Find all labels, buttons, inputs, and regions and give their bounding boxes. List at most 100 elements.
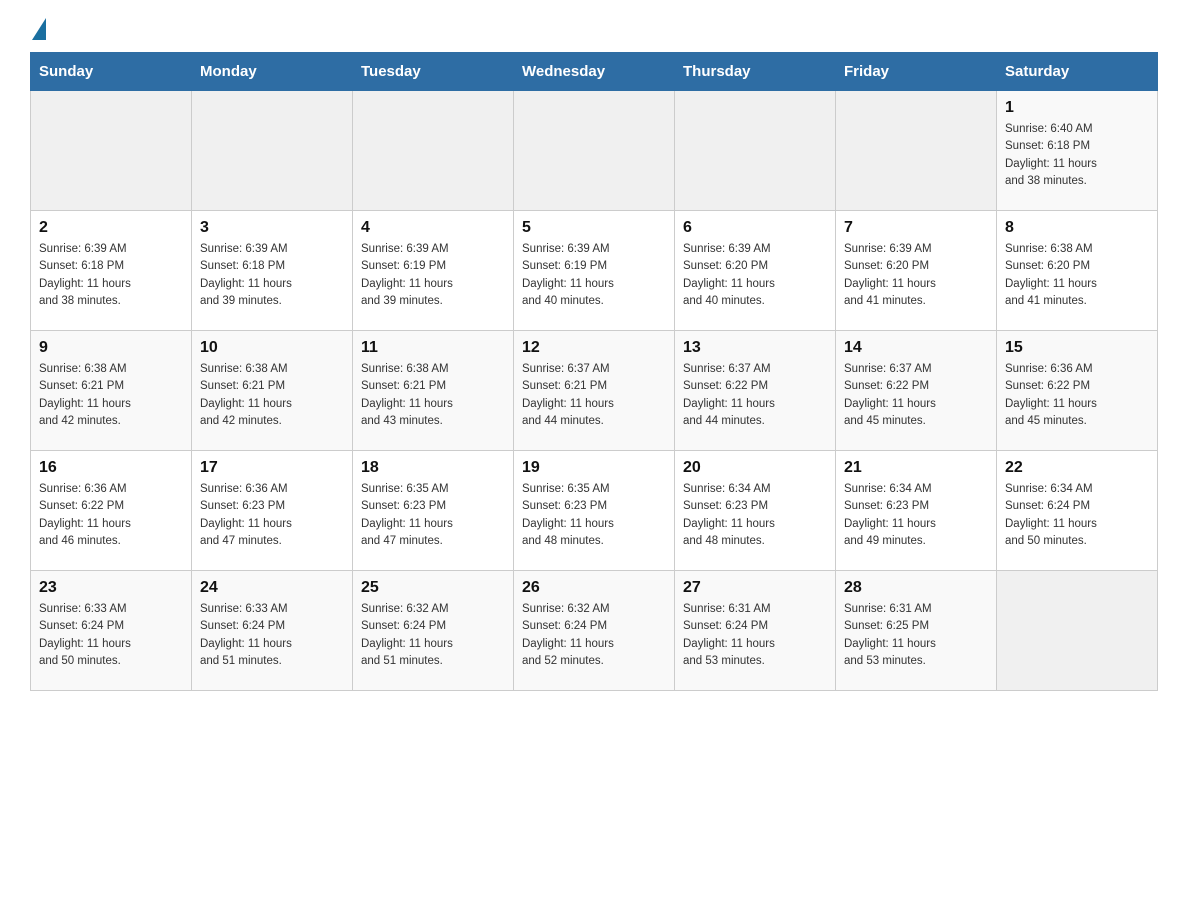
day-number: 15	[1005, 339, 1149, 357]
day-info: Sunrise: 6:39 AM Sunset: 6:18 PM Dayligh…	[200, 241, 344, 310]
calendar-cell: 21 Sunrise: 6:34 AM Sunset: 6:23 PM Dayli…	[836, 451, 997, 571]
calendar-week-row: 23 Sunrise: 6:33 AM Sunset: 6:24 PM Dayli…	[31, 571, 1158, 691]
calendar-body: 1 Sunrise: 6:40 AM Sunset: 6:18 PM Daylig…	[31, 91, 1158, 691]
calendar-cell	[353, 91, 514, 211]
day-info: Sunrise: 6:34 AM Sunset: 6:24 PM Dayligh…	[1005, 481, 1149, 550]
day-number: 24	[200, 579, 344, 597]
weekday-header-thursday: Thursday	[675, 53, 836, 91]
calendar-cell	[514, 91, 675, 211]
day-info: Sunrise: 6:39 AM Sunset: 6:19 PM Dayligh…	[522, 241, 666, 310]
page-header	[30, 20, 1158, 42]
day-number: 25	[361, 579, 505, 597]
day-info: Sunrise: 6:38 AM Sunset: 6:21 PM Dayligh…	[39, 361, 183, 430]
day-number: 7	[844, 219, 988, 237]
calendar-cell: 9Sunrise: 6:38 AM Sunset: 6:21 PM Daylig…	[31, 331, 192, 451]
day-info: Sunrise: 6:35 AM Sunset: 6:23 PM Dayligh…	[361, 481, 505, 550]
day-info: Sunrise: 6:40 AM Sunset: 6:18 PM Dayligh…	[1005, 121, 1149, 190]
weekday-header-tuesday: Tuesday	[353, 53, 514, 91]
weekday-header-friday: Friday	[836, 53, 997, 91]
day-info: Sunrise: 6:34 AM Sunset: 6:23 PM Dayligh…	[844, 481, 988, 550]
day-info: Sunrise: 6:32 AM Sunset: 6:24 PM Dayligh…	[361, 601, 505, 670]
calendar-header: SundayMondayTuesdayWednesdayThursdayFrid…	[31, 53, 1158, 91]
calendar-cell: 1 Sunrise: 6:40 AM Sunset: 6:18 PM Daylig…	[997, 91, 1158, 211]
calendar-week-row: 16 Sunrise: 6:36 AM Sunset: 6:22 PM Dayli…	[31, 451, 1158, 571]
calendar-cell: 18 Sunrise: 6:35 AM Sunset: 6:23 PM Dayli…	[353, 451, 514, 571]
day-info: Sunrise: 6:35 AM Sunset: 6:23 PM Dayligh…	[522, 481, 666, 550]
day-number: 18	[361, 459, 505, 477]
calendar-cell: 15Sunrise: 6:36 AM Sunset: 6:22 PM Dayli…	[997, 331, 1158, 451]
weekday-header-sunday: Sunday	[31, 53, 192, 91]
day-info: Sunrise: 6:39 AM Sunset: 6:20 PM Dayligh…	[683, 241, 827, 310]
calendar-cell: 27 Sunrise: 6:31 AM Sunset: 6:24 PM Dayli…	[675, 571, 836, 691]
day-number: 10	[200, 339, 344, 357]
calendar-cell: 4 Sunrise: 6:39 AM Sunset: 6:19 PM Daylig…	[353, 211, 514, 331]
calendar-cell: 23 Sunrise: 6:33 AM Sunset: 6:24 PM Dayli…	[31, 571, 192, 691]
calendar-cell	[192, 91, 353, 211]
calendar-cell: 2 Sunrise: 6:39 AM Sunset: 6:18 PM Daylig…	[31, 211, 192, 331]
day-info: Sunrise: 6:38 AM Sunset: 6:21 PM Dayligh…	[361, 361, 505, 430]
calendar-cell: 14 Sunrise: 6:37 AM Sunset: 6:22 PM Dayli…	[836, 331, 997, 451]
day-info: Sunrise: 6:36 AM Sunset: 6:23 PM Dayligh…	[200, 481, 344, 550]
day-info: Sunrise: 6:31 AM Sunset: 6:25 PM Dayligh…	[844, 601, 988, 670]
calendar-cell: 6 Sunrise: 6:39 AM Sunset: 6:20 PM Daylig…	[675, 211, 836, 331]
day-info: Sunrise: 6:32 AM Sunset: 6:24 PM Dayligh…	[522, 601, 666, 670]
calendar-cell: 12 Sunrise: 6:37 AM Sunset: 6:21 PM Dayli…	[514, 331, 675, 451]
day-number: 12	[522, 339, 666, 357]
calendar-week-row: 1 Sunrise: 6:40 AM Sunset: 6:18 PM Daylig…	[31, 91, 1158, 211]
logo-triangle-icon	[32, 18, 46, 40]
day-number: 20	[683, 459, 827, 477]
calendar-cell	[997, 571, 1158, 691]
calendar-cell	[675, 91, 836, 211]
weekday-header-saturday: Saturday	[997, 53, 1158, 91]
day-info: Sunrise: 6:38 AM Sunset: 6:20 PM Dayligh…	[1005, 241, 1149, 310]
day-number: 2	[39, 219, 183, 237]
calendar-cell: 7Sunrise: 6:39 AM Sunset: 6:20 PM Daylig…	[836, 211, 997, 331]
day-number: 26	[522, 579, 666, 597]
day-number: 16	[39, 459, 183, 477]
calendar-cell: 26 Sunrise: 6:32 AM Sunset: 6:24 PM Dayli…	[514, 571, 675, 691]
weekday-header-row: SundayMondayTuesdayWednesdayThursdayFrid…	[31, 53, 1158, 91]
day-number: 5	[522, 219, 666, 237]
calendar-cell	[836, 91, 997, 211]
calendar-cell	[31, 91, 192, 211]
calendar-cell: 25 Sunrise: 6:32 AM Sunset: 6:24 PM Dayli…	[353, 571, 514, 691]
day-number: 17	[200, 459, 344, 477]
weekday-header-monday: Monday	[192, 53, 353, 91]
day-info: Sunrise: 6:39 AM Sunset: 6:19 PM Dayligh…	[361, 241, 505, 310]
weekday-header-wednesday: Wednesday	[514, 53, 675, 91]
day-info: Sunrise: 6:38 AM Sunset: 6:21 PM Dayligh…	[200, 361, 344, 430]
calendar-cell: 20Sunrise: 6:34 AM Sunset: 6:23 PM Dayli…	[675, 451, 836, 571]
calendar-cell: 10 Sunrise: 6:38 AM Sunset: 6:21 PM Dayli…	[192, 331, 353, 451]
logo	[30, 20, 46, 42]
calendar-cell: 22 Sunrise: 6:34 AM Sunset: 6:24 PM Dayli…	[997, 451, 1158, 571]
day-info: Sunrise: 6:37 AM Sunset: 6:22 PM Dayligh…	[844, 361, 988, 430]
day-number: 1	[1005, 99, 1149, 117]
day-number: 8	[1005, 219, 1149, 237]
day-info: Sunrise: 6:37 AM Sunset: 6:22 PM Dayligh…	[683, 361, 827, 430]
day-info: Sunrise: 6:37 AM Sunset: 6:21 PM Dayligh…	[522, 361, 666, 430]
day-info: Sunrise: 6:33 AM Sunset: 6:24 PM Dayligh…	[200, 601, 344, 670]
day-number: 14	[844, 339, 988, 357]
calendar-cell: 3Sunrise: 6:39 AM Sunset: 6:18 PM Daylig…	[192, 211, 353, 331]
calendar-cell: 19 Sunrise: 6:35 AM Sunset: 6:23 PM Dayli…	[514, 451, 675, 571]
calendar-week-row: 9Sunrise: 6:38 AM Sunset: 6:21 PM Daylig…	[31, 331, 1158, 451]
day-number: 19	[522, 459, 666, 477]
day-info: Sunrise: 6:36 AM Sunset: 6:22 PM Dayligh…	[39, 481, 183, 550]
calendar-cell: 5 Sunrise: 6:39 AM Sunset: 6:19 PM Daylig…	[514, 211, 675, 331]
day-number: 4	[361, 219, 505, 237]
day-info: Sunrise: 6:31 AM Sunset: 6:24 PM Dayligh…	[683, 601, 827, 670]
day-number: 27	[683, 579, 827, 597]
day-number: 23	[39, 579, 183, 597]
day-info: Sunrise: 6:39 AM Sunset: 6:18 PM Dayligh…	[39, 241, 183, 310]
calendar-cell: 24 Sunrise: 6:33 AM Sunset: 6:24 PM Dayli…	[192, 571, 353, 691]
day-number: 28	[844, 579, 988, 597]
calendar-cell: 8 Sunrise: 6:38 AM Sunset: 6:20 PM Daylig…	[997, 211, 1158, 331]
day-number: 6	[683, 219, 827, 237]
day-number: 22	[1005, 459, 1149, 477]
day-number: 11	[361, 339, 505, 357]
day-info: Sunrise: 6:33 AM Sunset: 6:24 PM Dayligh…	[39, 601, 183, 670]
calendar-cell: 17 Sunrise: 6:36 AM Sunset: 6:23 PM Dayli…	[192, 451, 353, 571]
day-number: 21	[844, 459, 988, 477]
calendar-week-row: 2 Sunrise: 6:39 AM Sunset: 6:18 PM Daylig…	[31, 211, 1158, 331]
calendar-cell: 16 Sunrise: 6:36 AM Sunset: 6:22 PM Dayli…	[31, 451, 192, 571]
